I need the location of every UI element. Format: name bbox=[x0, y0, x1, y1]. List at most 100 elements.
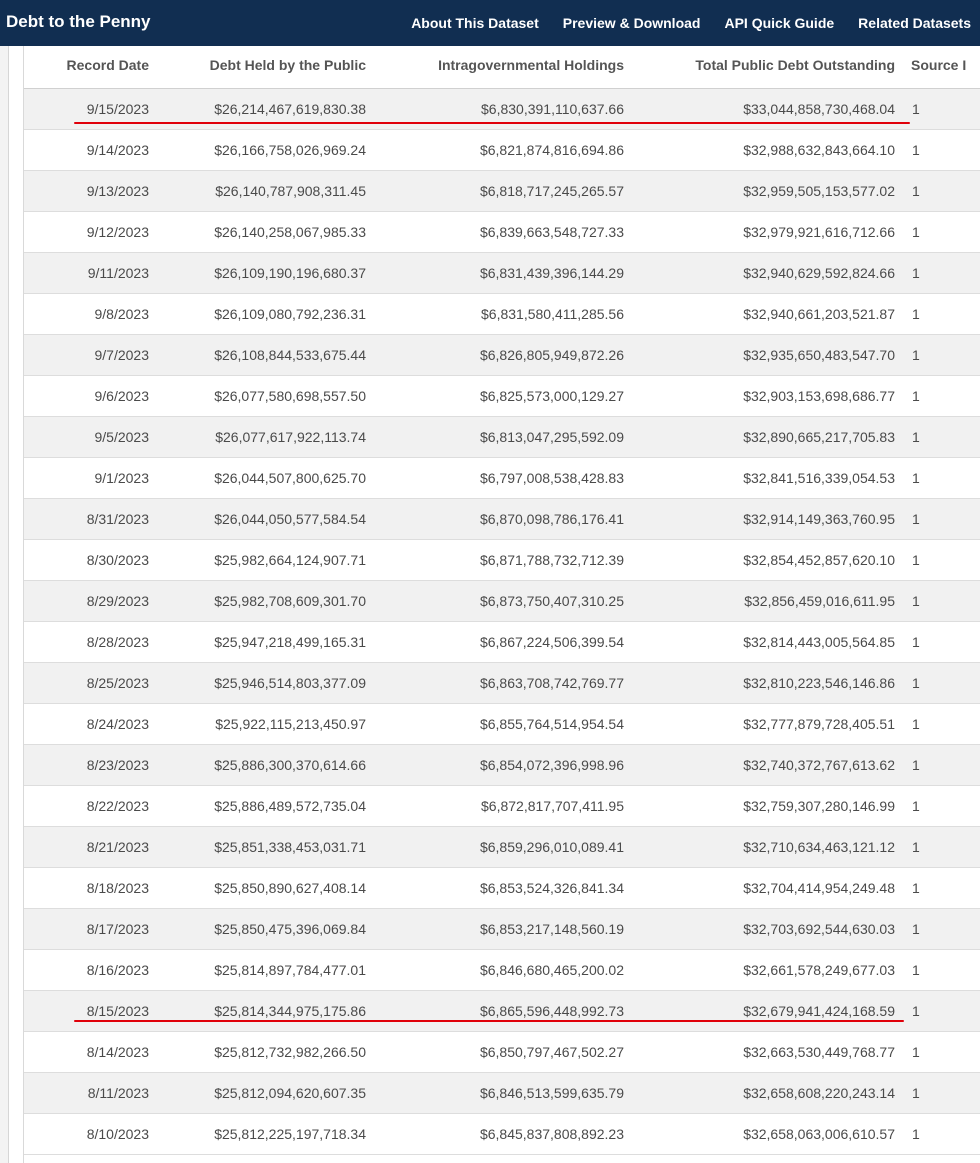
debt-held-public-cell: $26,166,758,026,969.24 bbox=[214, 142, 366, 158]
total-public-debt-cell: $32,854,452,857,620.10 bbox=[743, 552, 895, 568]
record-date-cell: 8/23/2023 bbox=[86, 757, 149, 773]
source-cell: 1 bbox=[912, 142, 920, 158]
table-row: 9/7/2023 $26,108,844,533,675.44 $6,826,805… bbox=[24, 335, 980, 376]
intragovernmental-cell: $6,818,717,245,265.57 bbox=[479, 183, 624, 199]
nav-preview-download[interactable]: Preview & Download bbox=[563, 15, 701, 31]
intragovernmental-cell: $6,825,573,000,129.27 bbox=[479, 388, 624, 404]
source-cell: 1 bbox=[912, 798, 920, 814]
site-title[interactable]: Debt to the Penny bbox=[6, 12, 151, 32]
total-public-debt-cell: $32,988,632,843,664.10 bbox=[743, 142, 895, 158]
intragovernmental-cell: $6,855,764,514,954.54 bbox=[479, 716, 624, 732]
source-cell: 1 bbox=[912, 1085, 920, 1101]
table-row: 9/14/2023 $26,166,758,026,969.24 $6,821,87… bbox=[24, 130, 980, 171]
left-gutter bbox=[0, 46, 9, 1163]
table-row: 8/17/2023 $25,850,475,396,069.84 $6,853,21… bbox=[24, 909, 980, 950]
record-date-cell: 8/18/2023 bbox=[86, 880, 149, 896]
debt-held-public-cell: $25,947,218,499,165.31 bbox=[214, 634, 366, 650]
table-row: 8/29/2023 $25,982,708,609,301.70 $6,873,75… bbox=[24, 581, 980, 622]
table-row: 8/21/2023 $25,851,338,453,031.71 $6,859,29… bbox=[24, 827, 980, 868]
table-row: 8/22/2023 $25,886,489,572,735.04 $6,872,81… bbox=[24, 786, 980, 827]
column-header-source[interactable]: Source I bbox=[911, 46, 966, 88]
debt-held-public-cell: $26,140,258,067,985.33 bbox=[214, 224, 366, 240]
column-header-intragovernmental[interactable]: Intragovernmental Holdings bbox=[438, 46, 624, 88]
source-cell: 1 bbox=[912, 634, 920, 650]
total-public-debt-cell: $32,959,505,153,577.02 bbox=[743, 183, 895, 199]
source-cell: 1 bbox=[912, 675, 920, 691]
intragovernmental-cell: $6,821,874,816,694.86 bbox=[479, 142, 624, 158]
total-public-debt-cell: $32,777,879,728,405.51 bbox=[743, 716, 895, 732]
total-public-debt-cell: $32,890,665,217,705.83 bbox=[743, 429, 895, 445]
record-date-cell: 9/11/2023 bbox=[87, 265, 149, 281]
total-public-debt-cell: $32,658,063,006,610.57 bbox=[743, 1126, 895, 1142]
table-row: 8/30/2023 $25,982,664,124,907.71 $6,871,78… bbox=[24, 540, 980, 581]
source-cell: 1 bbox=[912, 1003, 920, 1019]
total-public-debt-cell: $32,903,153,698,686.77 bbox=[743, 388, 895, 404]
debt-held-public-cell: $25,814,897,784,477.01 bbox=[214, 962, 366, 978]
total-public-debt-cell: $32,663,530,449,768.77 bbox=[743, 1044, 895, 1060]
table-row: 8/16/2023 $25,814,897,784,477.01 $6,846,68… bbox=[24, 950, 980, 991]
source-cell: 1 bbox=[912, 101, 920, 117]
column-header-record-date[interactable]: Record Date bbox=[67, 46, 149, 88]
total-public-debt-cell: $32,704,414,954,249.48 bbox=[743, 880, 895, 896]
source-cell: 1 bbox=[912, 1126, 920, 1142]
intragovernmental-cell: $6,845,837,808,892.23 bbox=[479, 1126, 624, 1142]
source-cell: 1 bbox=[912, 921, 920, 937]
record-date-cell: 8/17/2023 bbox=[86, 921, 149, 937]
record-date-cell: 8/24/2023 bbox=[86, 716, 149, 732]
record-date-cell: 8/22/2023 bbox=[86, 798, 149, 814]
debt-held-public-cell: $25,886,300,370,614.66 bbox=[214, 757, 366, 773]
nav-api-quick-guide[interactable]: API Quick Guide bbox=[724, 15, 834, 31]
total-public-debt-cell: $32,710,634,463,121.12 bbox=[743, 839, 895, 855]
source-cell: 1 bbox=[912, 1044, 920, 1060]
record-date-cell: 8/29/2023 bbox=[86, 593, 149, 609]
debt-held-public-cell: $26,109,080,792,236.31 bbox=[214, 306, 366, 322]
intragovernmental-cell: $6,813,047,295,592.09 bbox=[479, 429, 624, 445]
source-cell: 1 bbox=[912, 224, 920, 240]
record-date-cell: 8/28/2023 bbox=[86, 634, 149, 650]
debt-held-public-cell: $26,109,190,196,680.37 bbox=[214, 265, 366, 281]
debt-table: Record Date Debt Held by the Public Intr… bbox=[23, 46, 980, 1163]
record-date-cell: 8/16/2023 bbox=[86, 962, 149, 978]
debt-held-public-cell: $26,044,507,800,625.70 bbox=[214, 470, 366, 486]
total-public-debt-cell: $32,661,578,249,677.03 bbox=[743, 962, 895, 978]
table-row: 8/18/2023 $25,850,890,627,408.14 $6,853,52… bbox=[24, 868, 980, 909]
record-date-cell: 9/14/2023 bbox=[86, 142, 149, 158]
total-public-debt-cell: $32,810,223,546,146.86 bbox=[743, 675, 895, 691]
total-public-debt-cell: $32,759,307,280,146.99 bbox=[743, 798, 895, 814]
source-cell: 1 bbox=[912, 388, 920, 404]
nav-related-datasets[interactable]: Related Datasets bbox=[858, 15, 971, 31]
table-row: 8/24/2023 $25,922,115,213,450.97 $6,855,76… bbox=[24, 704, 980, 745]
total-public-debt-cell: $32,914,149,363,760.95 bbox=[743, 511, 895, 527]
intragovernmental-cell: $6,853,217,148,560.19 bbox=[479, 921, 624, 937]
table-row: 9/15/2023 $26,214,467,619,830.38 $6,830,39… bbox=[24, 89, 980, 130]
red-underline-annotation bbox=[74, 122, 910, 124]
debt-held-public-cell: $26,140,787,908,311.45 bbox=[215, 183, 366, 199]
intragovernmental-cell: $6,831,439,396,144.29 bbox=[479, 265, 624, 281]
record-date-cell: 9/5/2023 bbox=[94, 429, 150, 445]
source-cell: 1 bbox=[912, 839, 920, 855]
nav-about-dataset[interactable]: About This Dataset bbox=[411, 15, 539, 31]
source-cell: 1 bbox=[912, 552, 920, 568]
source-cell: 1 bbox=[912, 757, 920, 773]
debt-held-public-cell: $25,812,732,982,266.50 bbox=[214, 1044, 366, 1060]
intragovernmental-cell: $6,872,817,707,411.95 bbox=[481, 798, 624, 814]
column-header-debt-held-public[interactable]: Debt Held by the Public bbox=[210, 46, 366, 88]
table-row: 8/23/2023 $25,886,300,370,614.66 $6,854,07… bbox=[24, 745, 980, 786]
total-public-debt-cell: $32,940,629,592,824.66 bbox=[743, 265, 895, 281]
intragovernmental-cell: $6,839,663,548,727.33 bbox=[479, 224, 624, 240]
table-row: 8/14/2023 $25,812,732,982,266.50 $6,850,79… bbox=[24, 1032, 980, 1073]
table-row: 8/28/2023 $25,947,218,499,165.31 $6,867,22… bbox=[24, 622, 980, 663]
intragovernmental-cell: $6,867,224,506,399.54 bbox=[479, 634, 624, 650]
source-cell: 1 bbox=[912, 880, 920, 896]
source-cell: 1 bbox=[912, 265, 920, 281]
record-date-cell: 9/13/2023 bbox=[86, 183, 149, 199]
header-nav: About This Dataset Preview & Download AP… bbox=[387, 0, 980, 46]
table-row: 9/5/2023 $26,077,617,922,113.74 $6,813,047… bbox=[24, 417, 980, 458]
debt-held-public-cell: $25,851,338,453,031.71 bbox=[214, 839, 366, 855]
intragovernmental-cell: $6,831,580,411,285.56 bbox=[481, 306, 624, 322]
table-body: 9/15/2023 $26,214,467,619,830.38 $6,830,39… bbox=[24, 89, 980, 1155]
column-header-total-public-debt[interactable]: Total Public Debt Outstanding bbox=[695, 46, 895, 88]
top-navigation-bar: Debt to the Penny About This Dataset Pre… bbox=[0, 0, 980, 46]
table-row: 8/25/2023 $25,946,514,803,377.09 $6,863,70… bbox=[24, 663, 980, 704]
intragovernmental-cell: $6,865,596,448,992.73 bbox=[479, 1003, 624, 1019]
